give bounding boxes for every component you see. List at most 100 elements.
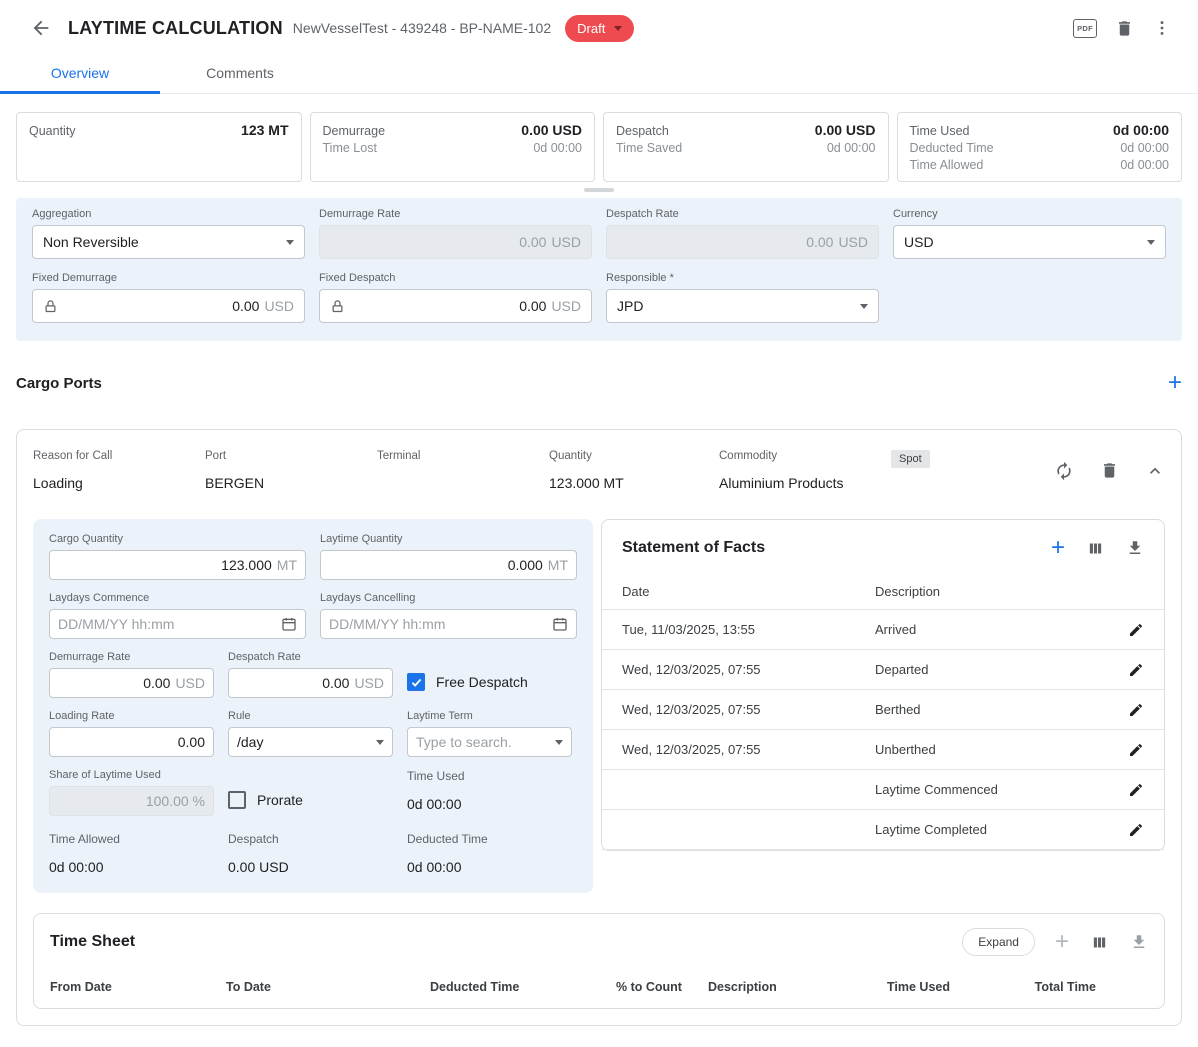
card-row: Time Used 0d 00:00: [910, 122, 1170, 138]
fixed-despatch-input[interactable]: 0.00 USD: [319, 289, 592, 323]
calendar-icon[interactable]: [281, 616, 297, 632]
time-saved-value: 0d 00:00: [827, 141, 876, 155]
aggregation-select[interactable]: Non Reversible: [32, 225, 305, 259]
responsible-select[interactable]: JPD: [606, 289, 879, 323]
field-row: Cargo Quantity 123.000 MT Laytime Quanti…: [49, 533, 577, 580]
laydays-cancelling-input[interactable]: DD/MM/YY hh:mm: [320, 609, 577, 639]
caret-down-icon: [1147, 240, 1155, 245]
port-time-allowed-label: Time Allowed: [49, 832, 214, 846]
column-header: Description: [708, 980, 790, 994]
caret-down-icon: [614, 26, 622, 31]
chevron-up-icon: [1145, 461, 1165, 481]
sof-description-cell: Berthed: [875, 702, 921, 717]
laytime-calculation-page: LAYTIME CALCULATION NewVesselTest - 4392…: [0, 0, 1198, 1047]
rule-value: /day: [237, 734, 263, 750]
prorate-checkbox[interactable]: [228, 791, 246, 809]
time-allowed-label: Time Allowed: [910, 158, 984, 172]
pencil-icon: [1128, 822, 1144, 838]
port-card-body: Cargo Quantity 123.000 MT Laytime Quanti…: [33, 519, 1165, 893]
laydays-cancelling-field: Laydays Cancelling DD/MM/YY hh:mm: [320, 592, 577, 639]
tab-comments[interactable]: Comments: [160, 56, 320, 93]
sof-title: Statement of Facts: [622, 539, 1051, 557]
port-despatch-rate-input[interactable]: 0.00 USD: [228, 668, 393, 698]
fixed-demurrage-unit: USD: [264, 298, 294, 314]
sof-columns-button[interactable]: [1087, 540, 1104, 557]
aggregation-label: Aggregation: [32, 208, 305, 220]
pencil-icon: [1128, 782, 1144, 798]
summary-cards: Quantity 123 MT Demurrage 0.00 USD Time …: [0, 94, 1198, 182]
port-deducted-time-value: 0d 00:00: [407, 859, 572, 875]
resize-handle[interactable]: [584, 188, 614, 192]
delete-port-button[interactable]: [1100, 461, 1119, 481]
back-button[interactable]: [30, 17, 52, 39]
edit-sof-row-button[interactable]: [1128, 622, 1144, 638]
cargo-quantity-unit: MT: [277, 557, 297, 573]
port-despatch-rate-field: Despatch Rate 0.00 USD: [228, 651, 393, 698]
fixed-demurrage-input[interactable]: 0.00 USD: [32, 289, 305, 323]
currency-select[interactable]: USD: [893, 225, 1166, 259]
recalculate-button[interactable]: [1054, 461, 1074, 481]
settings-spacer: [893, 272, 1166, 323]
port-time-used-label: Time Used: [407, 769, 572, 783]
currency-field: Currency USD: [893, 208, 1166, 259]
calendar-icon[interactable]: [552, 616, 568, 632]
pencil-icon: [1128, 622, 1144, 638]
port-card-header: Reason for Call Loading Port BERGEN Term…: [33, 450, 1165, 491]
laytime-term-select[interactable]: Type to search.: [407, 727, 572, 757]
laytime-quantity-input[interactable]: 0.000 MT: [320, 550, 577, 580]
fixed-despatch-value: 0.00: [519, 298, 546, 314]
columns-icon: [1087, 540, 1104, 557]
summary-card-quantity: Quantity 123 MT: [16, 112, 302, 182]
despatch-rate-input: 0.00 USD: [606, 225, 879, 259]
port-quantity-value: 123.000 MT: [549, 475, 719, 491]
laydays-commence-input[interactable]: DD/MM/YY hh:mm: [49, 609, 306, 639]
sof-download-button[interactable]: [1126, 539, 1144, 557]
more-options-button[interactable]: [1152, 18, 1172, 38]
delete-calculation-button[interactable]: [1115, 19, 1134, 38]
demurrage-rate-field: Demurrage Rate 0.00 USD: [319, 208, 592, 259]
time-sheet-title: Time Sheet: [50, 933, 962, 951]
edit-sof-row-button[interactable]: [1128, 782, 1144, 798]
sof-actions: +: [1051, 536, 1144, 560]
aggregation-value: Non Reversible: [43, 234, 139, 250]
edit-sof-row-button[interactable]: [1128, 742, 1144, 758]
rule-select[interactable]: /day: [228, 727, 393, 757]
cargo-quantity-input[interactable]: 123.000 MT: [49, 550, 306, 580]
add-sof-row-button[interactable]: +: [1051, 536, 1065, 560]
port-despatch-label: Despatch: [228, 832, 393, 846]
sof-description-cell: Unberthed: [875, 742, 936, 757]
laytime-quantity-label: Laytime Quantity: [320, 533, 577, 545]
edit-sof-row-button[interactable]: [1128, 662, 1144, 678]
despatch-rate-field: Despatch Rate 0.00 USD: [606, 208, 879, 259]
despatch-rate-label: Despatch Rate: [606, 208, 879, 220]
tab-overview[interactable]: Overview: [0, 56, 160, 93]
add-timesheet-row-button[interactable]: +: [1055, 930, 1069, 954]
sof-row: Tue, 11/03/2025, 13:55 Arrived: [602, 610, 1164, 650]
free-despatch-checkbox[interactable]: [407, 673, 425, 691]
edit-sof-row-button[interactable]: [1128, 702, 1144, 718]
port-demurrage-rate-input[interactable]: 0.00 USD: [49, 668, 214, 698]
loading-rate-input[interactable]: 0.00: [49, 727, 214, 757]
pencil-icon: [1128, 662, 1144, 678]
loading-rate-label: Loading Rate: [49, 710, 214, 722]
status-dropdown[interactable]: Draft: [565, 15, 634, 42]
expand-button[interactable]: Expand: [962, 928, 1035, 956]
port-actions: [1054, 461, 1165, 481]
collapse-port-button[interactable]: [1145, 461, 1165, 481]
timesheet-download-button[interactable]: [1130, 933, 1148, 951]
caret-down-icon: [860, 304, 868, 309]
despatch-rate-value: 0.00: [806, 234, 833, 250]
timesheet-columns-button[interactable]: [1091, 934, 1108, 951]
reason-for-call-value: Loading: [33, 475, 205, 491]
top-bar: LAYTIME CALCULATION NewVesselTest - 4392…: [0, 0, 1198, 56]
edit-sof-row-button[interactable]: [1128, 822, 1144, 838]
add-cargo-port-button[interactable]: +: [1168, 371, 1182, 395]
card-row: Time Allowed 0d 00:00: [910, 158, 1170, 172]
export-pdf-button[interactable]: PDF: [1073, 19, 1097, 38]
laydays-commence-label: Laydays Commence: [49, 592, 306, 604]
rule-field: Rule /day: [228, 710, 393, 757]
cargo-quantity-value: 123.000: [221, 557, 272, 573]
sof-description-cell: Departed: [875, 662, 928, 677]
fixed-demurrage-value: 0.00: [232, 298, 259, 314]
pencil-icon: [1128, 742, 1144, 758]
